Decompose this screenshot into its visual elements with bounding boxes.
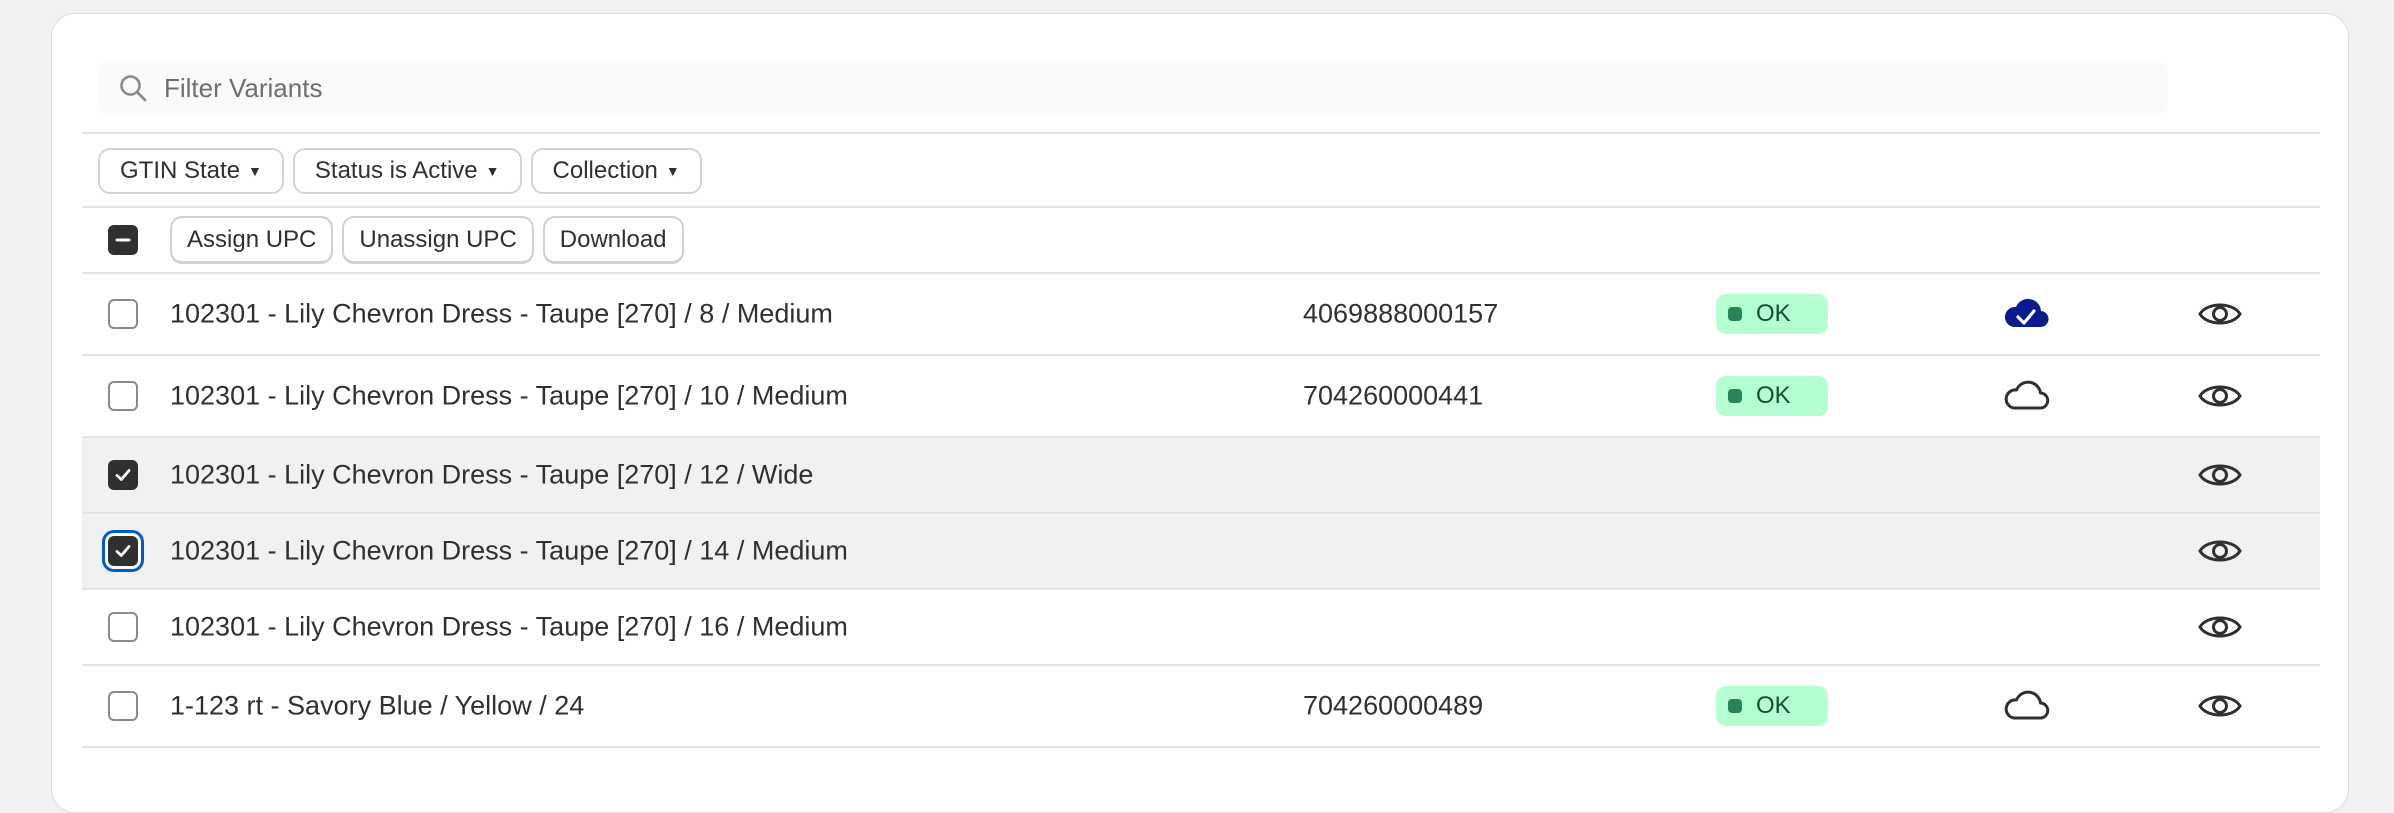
status-dot bbox=[1728, 699, 1742, 713]
status-filter[interactable]: Status is Active ▼ bbox=[292, 148, 522, 194]
divider bbox=[82, 132, 2320, 134]
variant-name: 102301 - Lily Chevron Dress - Taupe [270… bbox=[170, 611, 848, 642]
cloud-check-filled-icon bbox=[2004, 298, 2049, 328]
row-divider bbox=[82, 746, 2320, 748]
status-dot bbox=[1728, 307, 1742, 321]
filter-variants-input[interactable] bbox=[162, 71, 2066, 105]
table-row[interactable]: 102301 - Lily Chevron Dress - Taupe [270… bbox=[82, 438, 2320, 512]
variant-name: 102301 - Lily Chevron Dress - Taupe [270… bbox=[170, 298, 833, 329]
select-all-checkbox[interactable] bbox=[108, 225, 138, 255]
eye-icon[interactable] bbox=[2197, 607, 2243, 647]
variant-name: 102301 - Lily Chevron Dress - Taupe [270… bbox=[170, 535, 848, 566]
filter-pills: GTIN State ▼ Status is Active ▼ Collecti… bbox=[98, 148, 702, 194]
status-text: OK bbox=[1756, 692, 1791, 719]
checkmark-icon bbox=[115, 469, 131, 481]
status-text: OK bbox=[1756, 300, 1791, 327]
status-badge: OK bbox=[1716, 376, 1828, 416]
status-badge: OK bbox=[1716, 294, 1828, 334]
caret-down-icon: ▼ bbox=[248, 163, 262, 179]
table-row[interactable]: 102301 - Lily Chevron Dress - Taupe [270… bbox=[82, 274, 2320, 354]
table-row[interactable]: 102301 - Lily Chevron Dress - Taupe [270… bbox=[82, 356, 2320, 436]
row-checkbox[interactable] bbox=[108, 460, 138, 490]
gtin-value: 704260000489 bbox=[1303, 690, 1484, 721]
minus-icon bbox=[115, 238, 131, 242]
filter-search-bar[interactable] bbox=[98, 61, 2168, 115]
caret-down-icon: ▼ bbox=[665, 163, 680, 179]
table-row[interactable]: 1-123 rt - Savory Blue / Yellow / 24 704… bbox=[82, 666, 2320, 746]
filter-label: GTIN State bbox=[120, 157, 241, 184]
filter-label: Collection bbox=[552, 157, 658, 184]
checkmark-icon bbox=[115, 545, 131, 557]
divider bbox=[82, 206, 2320, 208]
eye-icon[interactable] bbox=[2197, 294, 2243, 334]
bulk-actions-bar: Assign UPC Unassign UPC Download bbox=[98, 216, 693, 264]
gtin-value: 4069888000157 bbox=[1303, 298, 1499, 329]
table-row[interactable]: 102301 - Lily Chevron Dress - Taupe [270… bbox=[82, 514, 2320, 588]
status-dot bbox=[1728, 389, 1742, 403]
row-checkbox[interactable] bbox=[108, 299, 138, 329]
eye-icon[interactable] bbox=[2197, 376, 2243, 416]
status-text: OK bbox=[1756, 382, 1791, 409]
variant-name: 102301 - Lily Chevron Dress - Taupe [270… bbox=[170, 459, 814, 490]
download-button[interactable]: Download bbox=[542, 216, 684, 264]
caret-down-icon: ▼ bbox=[485, 163, 500, 179]
cloud-outline-icon bbox=[2004, 380, 2050, 410]
row-checkbox[interactable] bbox=[108, 612, 138, 642]
unassign-upc-button[interactable]: Unassign UPC bbox=[342, 216, 534, 264]
row-checkbox[interactable] bbox=[108, 381, 138, 411]
eye-icon[interactable] bbox=[2197, 686, 2243, 726]
variant-name: 102301 - Lily Chevron Dress - Taupe [270… bbox=[170, 380, 848, 411]
collection-filter[interactable]: Collection ▼ bbox=[530, 148, 702, 194]
gtin-value: 704260000441 bbox=[1303, 380, 1484, 411]
row-checkbox[interactable] bbox=[108, 536, 138, 566]
assign-upc-button[interactable]: Assign UPC bbox=[170, 216, 334, 264]
variant-name: 1-123 rt - Savory Blue / Yellow / 24 bbox=[170, 690, 585, 721]
search-icon bbox=[116, 71, 150, 105]
filter-label: Status is Active bbox=[314, 157, 478, 184]
eye-icon[interactable] bbox=[2197, 531, 2243, 571]
cloud-outline-icon bbox=[2004, 690, 2050, 720]
gtin-state-filter[interactable]: GTIN State ▼ bbox=[98, 148, 284, 194]
eye-icon[interactable] bbox=[2197, 455, 2243, 495]
row-checkbox[interactable] bbox=[108, 691, 138, 721]
table-row[interactable]: 102301 - Lily Chevron Dress - Taupe [270… bbox=[82, 590, 2320, 664]
status-badge: OK bbox=[1716, 686, 1828, 726]
